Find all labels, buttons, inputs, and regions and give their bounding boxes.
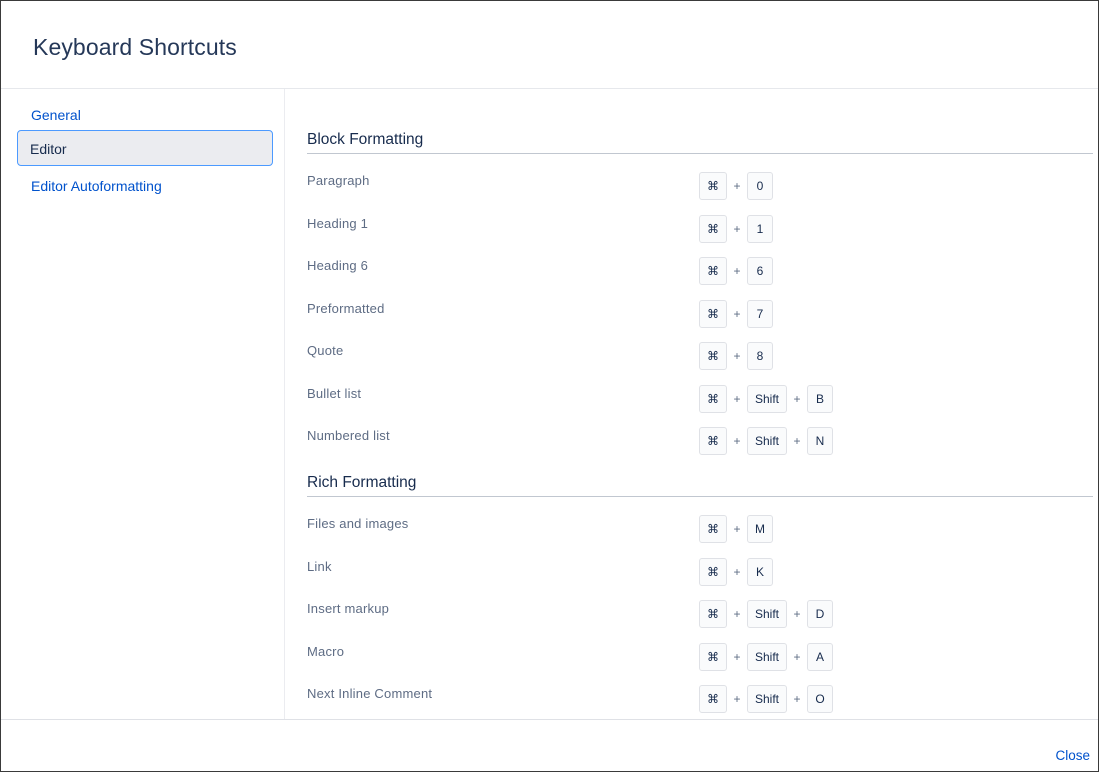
plus-separator: +: [793, 392, 801, 406]
close-button[interactable]: Close: [1055, 748, 1090, 763]
shortcut-label: Bullet list: [307, 386, 362, 401]
plus-separator: +: [793, 650, 801, 664]
command-key-icon: ⌘: [699, 427, 727, 455]
keycap: A: [807, 643, 834, 671]
shortcut-row: Link ⌘ + K: [307, 557, 1093, 587]
command-key-icon: ⌘: [699, 215, 727, 243]
plus-separator: +: [733, 264, 741, 278]
plus-separator: +: [733, 349, 741, 363]
key-combination: ⌘ + Shift + O: [699, 684, 834, 714]
key-combination: ⌘ +8: [699, 341, 773, 371]
shortcut-category-nav: General Editor Editor Autoformatting: [1, 89, 285, 719]
keycap: Shift: [747, 427, 788, 455]
shortcut-label: Preformatted: [307, 301, 385, 316]
plus-separator: +: [733, 392, 741, 406]
plus-separator: +: [733, 607, 741, 621]
shortcut-list: Block Formatting Paragraph ⌘ +0 Heading 1 ⌘ +1…: [285, 89, 1099, 719]
shortcut-row: Numbered list ⌘ + Shift + N: [307, 426, 1093, 456]
keycap: N: [807, 427, 834, 455]
shortcut-row: Files and images ⌘ + M: [307, 514, 1093, 544]
shortcut-row: Bullet list ⌘ + Shift + B: [307, 384, 1093, 414]
command-key-icon: ⌘: [699, 172, 727, 200]
keycap: D: [807, 600, 834, 628]
command-key-icon: ⌘: [699, 342, 727, 370]
command-key-icon: ⌘: [699, 600, 727, 628]
keyboard-shortcuts-dialog: Keyboard Shortcuts General Editor Editor…: [0, 0, 1099, 772]
keycap: Shift: [747, 643, 788, 671]
plus-separator: +: [733, 522, 741, 536]
shortcut-label: Files and images: [307, 516, 409, 531]
shortcut-row: Heading 6 ⌘ +6: [307, 256, 1093, 286]
keycap: 8: [747, 342, 773, 370]
keycap: 1: [747, 215, 773, 243]
shortcut-label: Paragraph: [307, 173, 370, 188]
command-key-icon: ⌘: [699, 685, 727, 713]
shortcut-row: Paragraph ⌘ +0: [307, 171, 1093, 201]
key-combination: ⌘ + K: [699, 557, 773, 587]
shortcut-label: Numbered list: [307, 428, 390, 443]
key-combination: ⌘ + Shift + D: [699, 599, 834, 629]
key-combination: ⌘ + M: [699, 514, 773, 544]
section-title: Rich Formatting: [307, 474, 1093, 497]
shortcut-row: Quote ⌘ +8: [307, 341, 1093, 371]
command-key-icon: ⌘: [699, 643, 727, 671]
shortcut-label: Quote: [307, 343, 344, 358]
keycap: Shift: [747, 685, 788, 713]
keycap: K: [747, 558, 773, 586]
keycap: 7: [747, 300, 773, 328]
key-combination: ⌘ + Shift + B: [699, 384, 834, 414]
keycap: 0: [747, 172, 773, 200]
keycap: Shift: [747, 385, 788, 413]
section-title: Block Formatting: [307, 131, 1093, 154]
command-key-icon: ⌘: [699, 257, 727, 285]
command-key-icon: ⌘: [699, 300, 727, 328]
plus-separator: +: [793, 434, 801, 448]
shortcut-label: Insert markup: [307, 601, 390, 616]
plus-separator: +: [733, 692, 741, 706]
shortcut-row: Heading 1 ⌘ +1: [307, 214, 1093, 244]
key-combination: ⌘ + Shift + N: [699, 426, 834, 456]
dialog-title: Keyboard Shortcuts: [33, 34, 237, 60]
shortcut-row: Macro ⌘ + Shift + A: [307, 642, 1093, 672]
dialog-footer: Close: [1, 719, 1098, 773]
nav-item-editor[interactable]: Editor: [17, 130, 273, 166]
command-key-icon: ⌘: [699, 515, 727, 543]
nav-item-editor-autoformatting[interactable]: Editor Autoformatting: [17, 168, 273, 204]
keycap: O: [807, 685, 834, 713]
plus-separator: +: [793, 692, 801, 706]
plus-separator: +: [733, 565, 741, 579]
keycap: 6: [747, 257, 773, 285]
shortcut-label: Heading 6: [307, 258, 369, 273]
key-combination: ⌘ +0: [699, 171, 773, 201]
plus-separator: +: [733, 307, 741, 321]
dialog-header: Keyboard Shortcuts: [1, 1, 1098, 89]
key-combination: ⌘ +7: [699, 299, 773, 329]
plus-separator: +: [733, 434, 741, 448]
plus-separator: +: [793, 607, 801, 621]
shortcut-row: Next Inline Comment ⌘ + Shift + O: [307, 684, 1093, 714]
shortcut-row: Preformatted ⌘ +7: [307, 299, 1093, 329]
shortcut-label: Link: [307, 559, 332, 574]
shortcut-row: Insert markup ⌘ + Shift + D: [307, 599, 1093, 629]
shortcut-label: Next Inline Comment: [307, 686, 433, 701]
shortcut-label: Heading 1: [307, 216, 369, 231]
keycap: Shift: [747, 600, 788, 628]
shortcut-label: Macro: [307, 644, 345, 659]
plus-separator: +: [733, 650, 741, 664]
key-combination: ⌘ +1: [699, 214, 773, 244]
command-key-icon: ⌘: [699, 558, 727, 586]
keycap: B: [807, 385, 834, 413]
plus-separator: +: [733, 222, 741, 236]
key-combination: ⌘ +6: [699, 256, 773, 286]
keycap: M: [747, 515, 773, 543]
key-combination: ⌘ + Shift + A: [699, 642, 834, 672]
plus-separator: +: [733, 179, 741, 193]
nav-item-general[interactable]: General: [17, 97, 273, 133]
command-key-icon: ⌘: [699, 385, 727, 413]
